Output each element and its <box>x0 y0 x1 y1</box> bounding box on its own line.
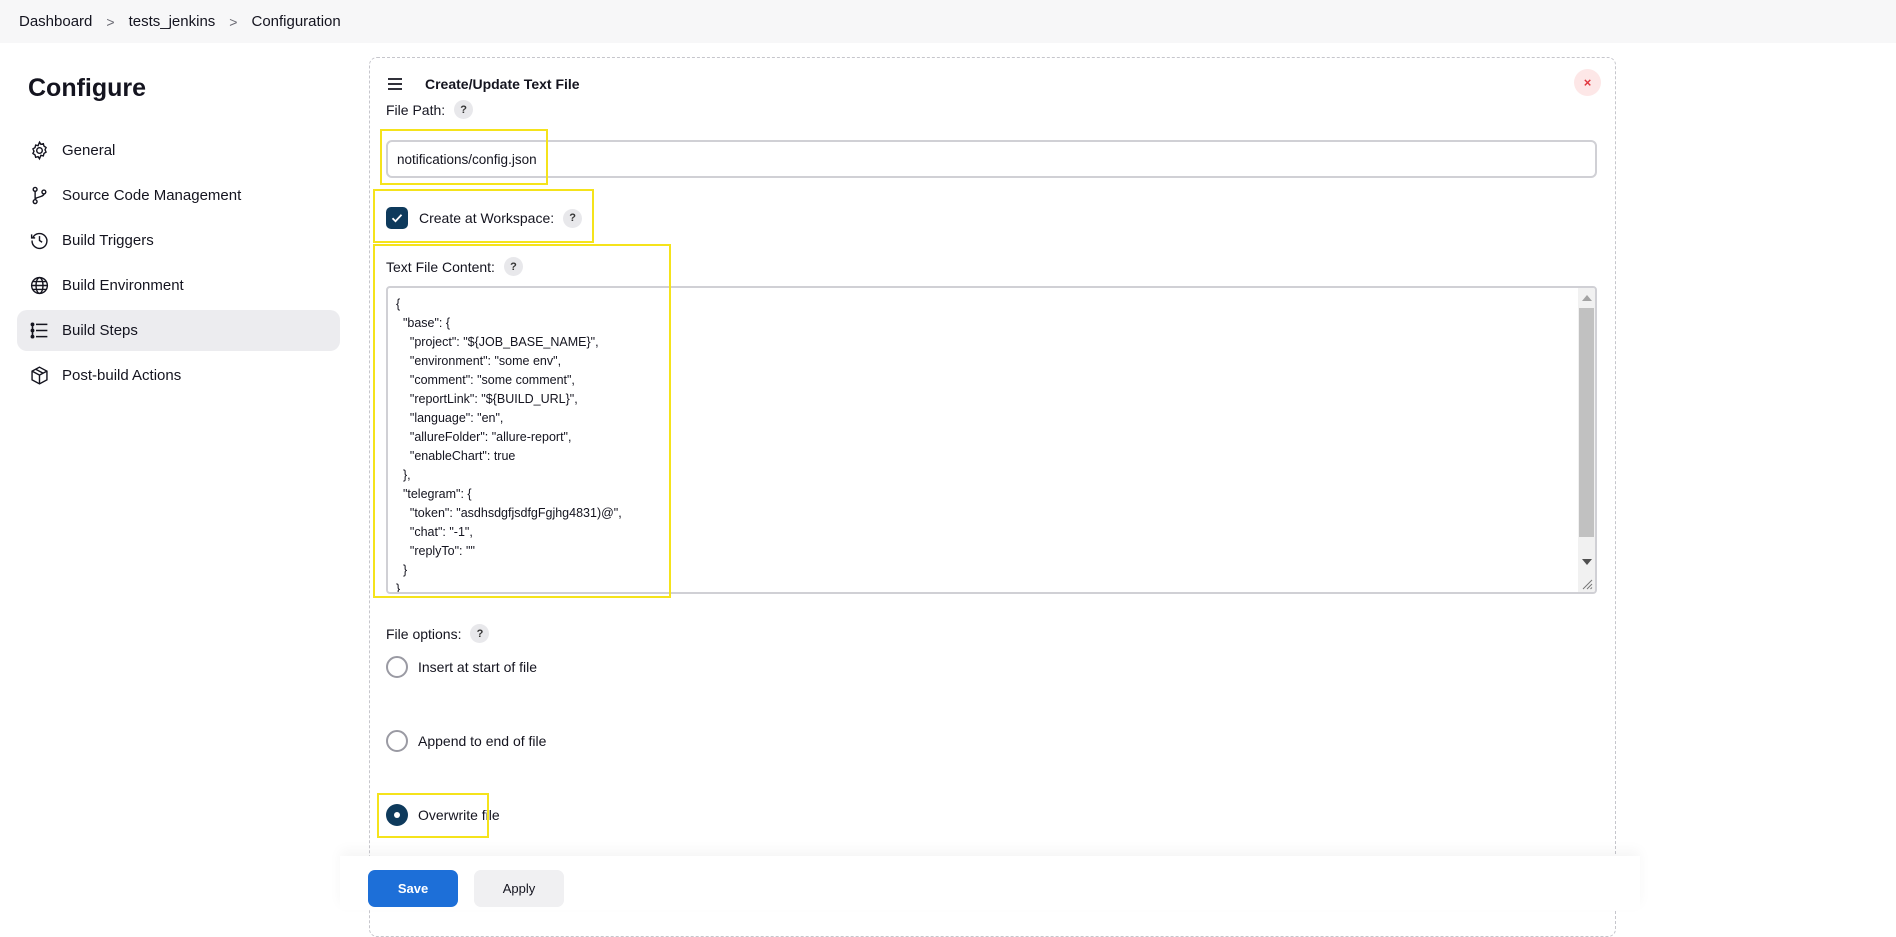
radio-button-selected[interactable] <box>386 804 408 826</box>
chevron-right-icon: > <box>229 13 238 30</box>
sidebar-item-post-build-actions[interactable]: Post-build Actions <box>17 355 340 396</box>
close-icon[interactable]: × <box>1574 69 1601 96</box>
resize-grip-icon[interactable] <box>1579 576 1594 591</box>
breadcrumb-dashboard[interactable]: Dashboard <box>19 13 92 30</box>
breadcrumb-job[interactable]: tests_jenkins <box>129 13 216 30</box>
scroll-down-icon[interactable] <box>1582 559 1592 565</box>
scroll-thumb[interactable] <box>1579 308 1594 537</box>
breadcrumb-configuration[interactable]: Configuration <box>251 13 340 30</box>
text-file-content-label-text: Text File Content: <box>386 258 495 275</box>
globe-icon <box>30 276 49 295</box>
create-at-workspace-label-text: Create at Workspace: <box>419 210 555 226</box>
text-file-content-value[interactable]: { "base": { "project": "${JOB_BASE_NAME}… <box>388 288 1595 592</box>
build-step-panel: Create/Update Text File × File Path: ? C… <box>369 57 1616 937</box>
clock-icon <box>30 232 48 250</box>
sidebar-item-build-triggers[interactable]: Build Triggers <box>17 220 340 261</box>
sidebar-item-label: Source Code Management <box>62 187 242 204</box>
save-button[interactable]: Save <box>368 870 458 907</box>
radio-button[interactable] <box>386 730 408 752</box>
help-icon[interactable]: ? <box>454 100 474 119</box>
bottom-action-bar: Save Apply <box>340 856 1640 910</box>
sidebar-item-label: General <box>62 142 116 159</box>
list-icon <box>30 322 48 339</box>
scroll-up-icon[interactable] <box>1582 295 1592 301</box>
text-file-content-textarea[interactable]: { "base": { "project": "${JOB_BASE_NAME}… <box>386 286 1597 594</box>
help-icon[interactable]: ? <box>470 624 490 643</box>
build-step-header: Create/Update Text File <box>387 76 580 92</box>
file-options-label: File options: ? <box>386 624 490 643</box>
sidebar-item-source-code-management[interactable]: Source Code Management <box>17 175 340 216</box>
sidebar-item-label: Build Environment <box>62 277 184 294</box>
text-file-content-label: Text File Content: ? <box>386 257 523 276</box>
radio-label: Overwrite file <box>418 807 500 823</box>
radio-append-to-end[interactable]: Append to end of file <box>386 730 546 752</box>
file-options-label-text: File options: <box>386 625 462 642</box>
radio-label: Append to end of file <box>418 733 547 749</box>
create-at-workspace-checkbox[interactable] <box>386 207 408 229</box>
gear-icon <box>32 140 47 161</box>
sidebar-nav: General Source Code Management Build Tri… <box>17 130 340 400</box>
sidebar-item-build-environment[interactable]: Build Environment <box>17 265 340 306</box>
branch-icon <box>32 186 47 205</box>
sidebar-item-general[interactable]: General <box>17 130 340 171</box>
file-path-label: File Path: ? <box>386 100 474 119</box>
file-path-input[interactable] <box>386 140 1597 178</box>
sidebar-item-label: Post-build Actions <box>62 367 182 384</box>
page-title: Configure <box>28 74 147 102</box>
checkmark-icon <box>391 214 403 223</box>
radio-button[interactable] <box>386 656 408 678</box>
drag-handle-icon[interactable] <box>387 77 405 91</box>
radio-overwrite-file[interactable]: Overwrite file <box>386 804 500 826</box>
package-icon <box>31 366 48 385</box>
radio-insert-at-start[interactable]: Insert at start of file <box>386 656 537 678</box>
sidebar-item-label: Build Triggers <box>62 232 154 249</box>
sidebar-item-build-steps[interactable]: Build Steps <box>17 310 340 351</box>
build-step-title: Create/Update Text File <box>425 76 580 92</box>
textarea-scrollbar[interactable] <box>1578 288 1595 592</box>
chevron-right-icon: > <box>106 13 115 30</box>
help-icon[interactable]: ? <box>503 257 523 276</box>
help-icon[interactable]: ? <box>563 208 583 228</box>
radio-label: Insert at start of file <box>418 659 538 675</box>
create-at-workspace-label: Create at Workspace: ? <box>419 207 583 229</box>
apply-button[interactable]: Apply <box>474 870 564 907</box>
breadcrumb: Dashboard > tests_jenkins > Configuratio… <box>0 0 1896 43</box>
sidebar-item-label: Build Steps <box>62 322 138 339</box>
file-path-label-text: File Path: <box>386 101 446 118</box>
